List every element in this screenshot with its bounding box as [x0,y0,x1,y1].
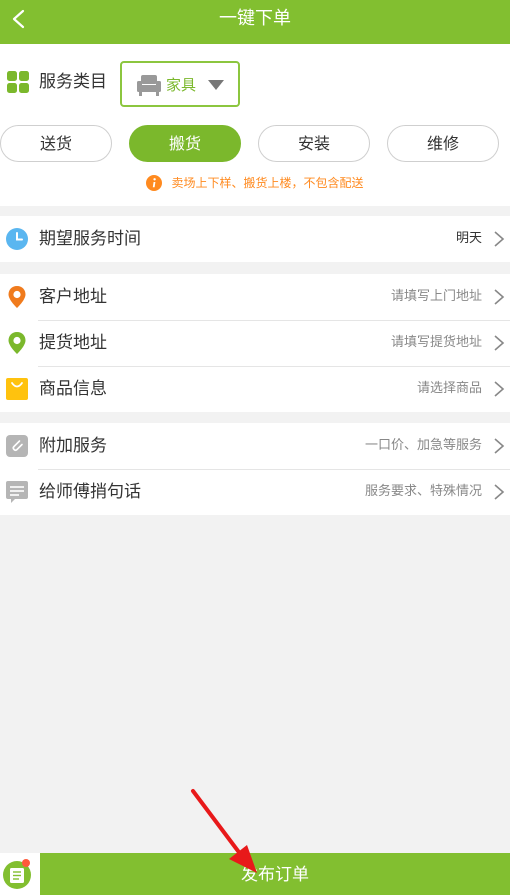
expected-time-label: 期望服务时间 [39,229,141,249]
extra-service-row[interactable]: 附加服务 一口价、加急等服务 [0,423,510,469]
grid-icon [7,71,29,93]
message-label: 给师傅捎句话 [39,482,141,502]
chevron-right-icon [494,289,505,305]
tab-repair[interactable]: 维修 [387,125,499,162]
message-icon [6,481,28,503]
info-icon [146,174,163,191]
tab-install[interactable]: 安装 [258,125,370,162]
chevron-right-icon [494,438,505,454]
title-bar: 一键下单 [0,0,510,44]
chevron-right-icon [494,381,505,397]
goods-info-label: 商品信息 [39,379,107,399]
category-label: 服务类目 [39,72,107,92]
page-title: 一键下单 [219,8,291,29]
location-pin-icon [8,332,26,354]
customer-address-placeholder: 请填写上门地址 [390,289,482,304]
clock-icon [6,228,28,250]
notification-dot [22,859,30,867]
extra-service-placeholder: 一口价、加急等服务 [364,438,482,453]
paperclip-icon [6,435,28,457]
pickup-address-placeholder: 请填写提货地址 [390,335,482,350]
category-value: 家具 [166,76,197,94]
shopping-bag-icon [6,378,28,400]
extra-service-label: 附加服务 [39,436,107,456]
customer-address-row[interactable]: 客户地址 请填写上门地址 [0,274,510,320]
caret-down-icon [208,80,224,90]
pickup-address-row[interactable]: 提货地址 请填写提货地址 [0,320,510,366]
tab-moving[interactable]: 搬货 [129,125,241,162]
extra-group: 附加服务 一口价、加急等服务 给师傅捎句话 服务要求、特殊情况 [0,423,510,515]
notice-text: 卖场上下样、搬货上楼，不包含配送 [171,176,364,190]
category-row: 服务类目 家具 [0,44,510,124]
chevron-right-icon [494,231,505,247]
goods-info-row[interactable]: 商品信息 请选择商品 [0,366,510,412]
message-row[interactable]: 给师傅捎句话 服务要求、特殊情况 [0,469,510,515]
document-icon [10,868,24,883]
pickup-address-label: 提货地址 [39,333,107,353]
customer-address-label: 客户地址 [39,287,107,307]
service-notice: 卖场上下样、搬货上楼，不包含配送 [0,172,510,192]
location-pin-icon [8,286,26,308]
category-dropdown[interactable]: 家具 [120,61,240,107]
publish-order-button[interactable]: 发布订单 [40,853,510,895]
order-list-button[interactable] [0,853,40,895]
service-config-panel: 服务类目 家具 送货 搬货 安装 维修 卖场上下样、搬货上楼，不包含配送 [0,44,510,206]
tab-delivery[interactable]: 送货 [0,125,112,162]
time-group: 期望服务时间 明天 [0,216,510,262]
sofa-icon [137,75,161,96]
chevron-right-icon [494,484,505,500]
goods-info-placeholder: 请选择商品 [416,381,482,396]
expected-time-value: 明天 [455,231,482,246]
chevron-right-icon [494,335,505,351]
expected-time-row[interactable]: 期望服务时间 明天 [0,216,510,262]
annotation-arrow-icon [191,789,257,873]
message-placeholder: 服务要求、特殊情况 [364,484,482,499]
address-group: 客户地址 请填写上门地址 提货地址 请填写提货地址 商品信息 请选择商品 [0,274,510,412]
